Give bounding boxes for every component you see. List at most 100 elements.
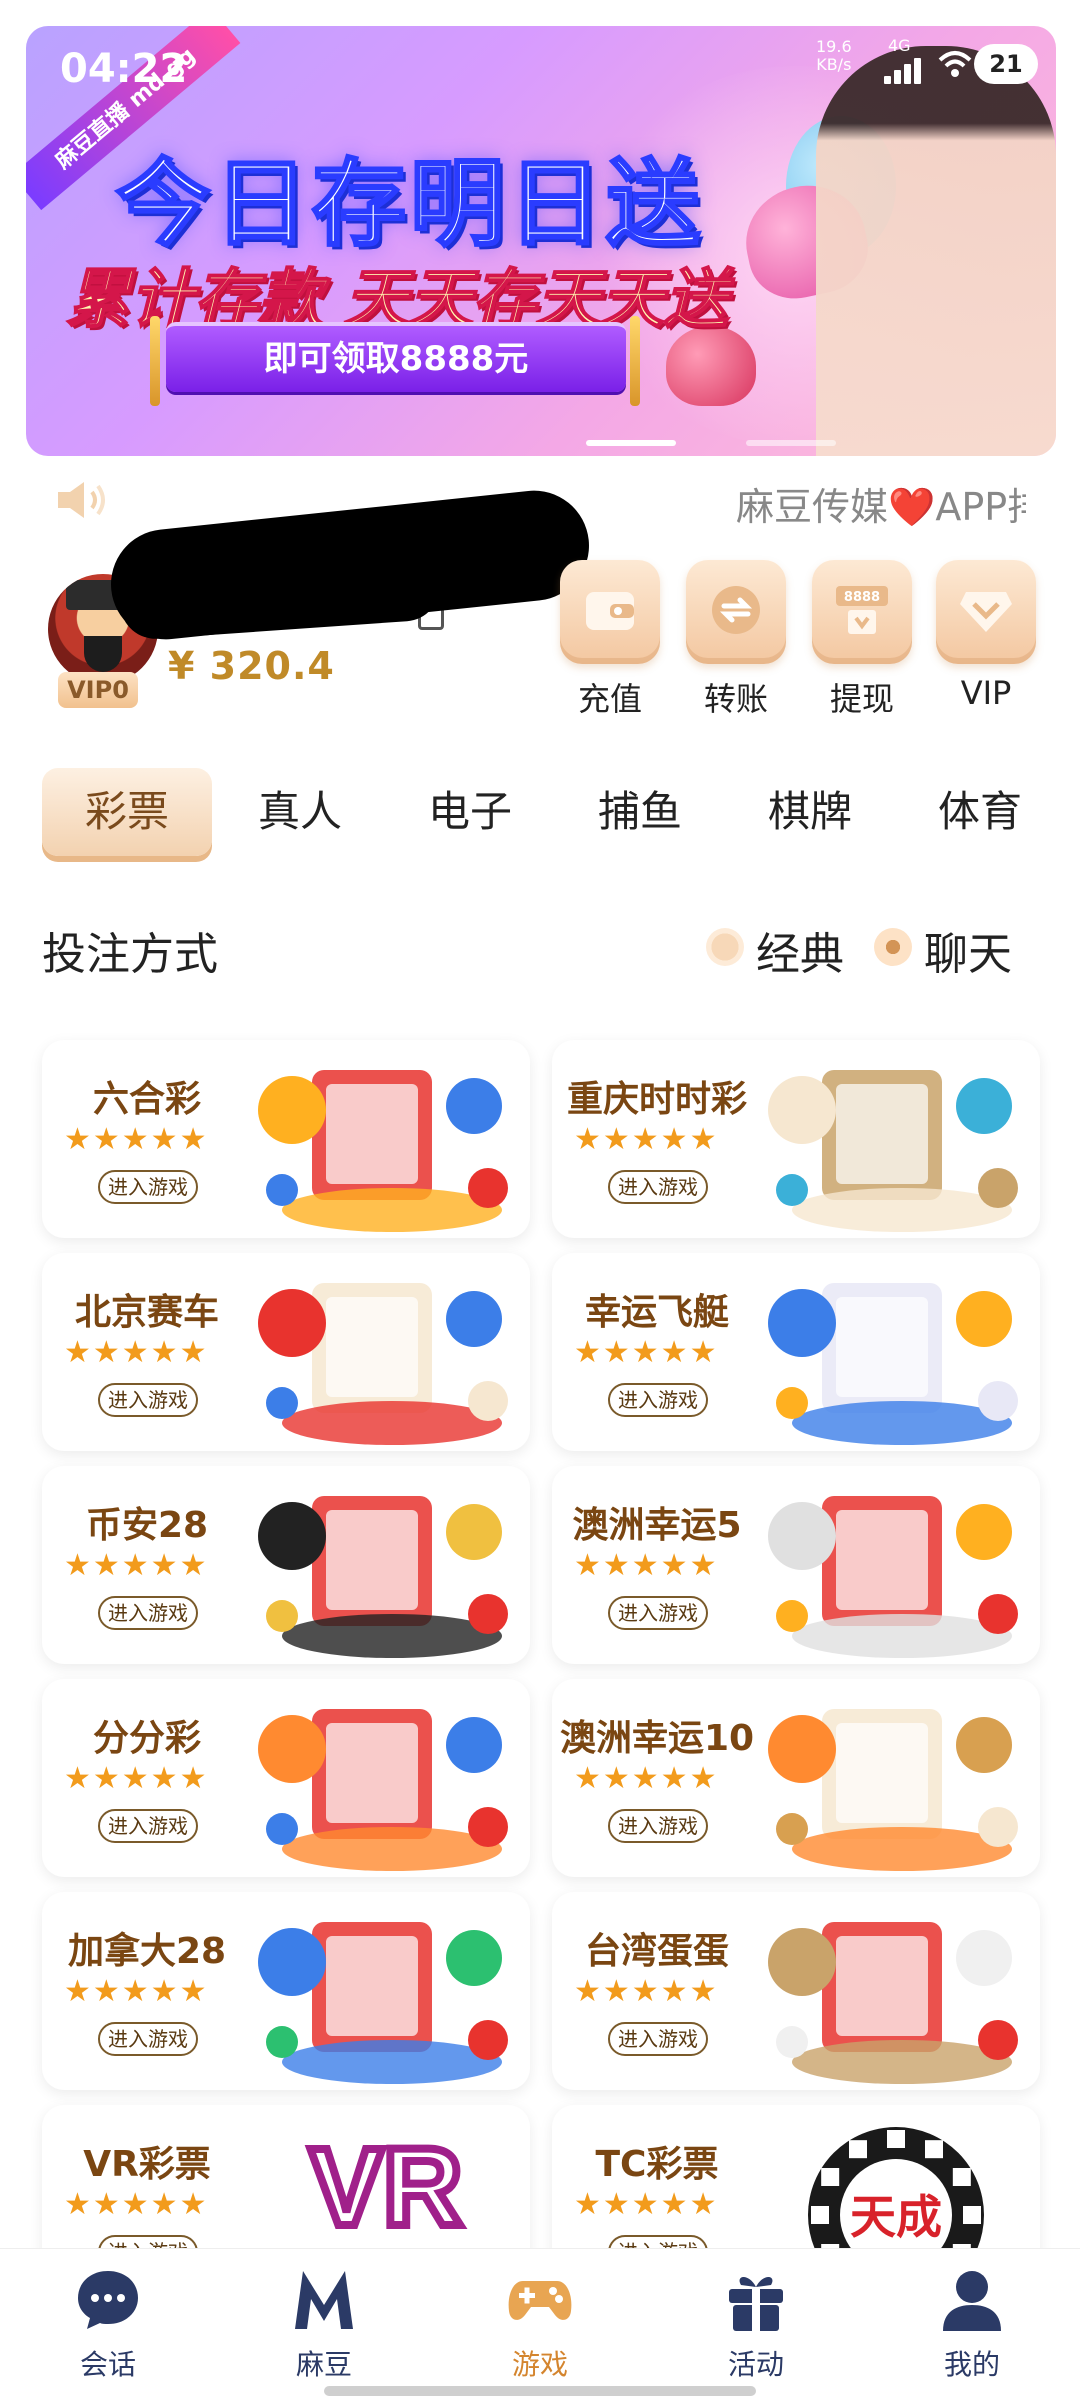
vip-diamond-icon (960, 592, 1012, 632)
speaker-icon (58, 482, 105, 518)
enter-game-button[interactable]: 进入游戏 (608, 1596, 708, 1630)
nav-profile[interactable]: 我的 (902, 2265, 1042, 2383)
game-name: 幸运飞艇 (584, 1292, 729, 1333)
game-name: 重庆时时彩 (566, 1079, 747, 1120)
wallet-balance: ¥ 320.4 (168, 644, 335, 688)
game-card[interactable]: 加拿大28 ★★★★★ 进入游戏 (42, 1892, 530, 2090)
star-rating: ★★★★★ (64, 1335, 209, 1370)
radio-classic-label[interactable]: 经典 (756, 918, 844, 982)
radio-chat[interactable] (874, 928, 912, 966)
tab-live[interactable]: 真人 (230, 768, 370, 856)
star-rating: ★★★★★ (574, 2187, 719, 2222)
game-card[interactable]: 台湾蛋蛋 ★★★★★ 进入游戏 (552, 1892, 1040, 2090)
game-name: 澳洲幸运5 (572, 1505, 742, 1546)
star-rating: ★★★★★ (574, 1335, 719, 1370)
banner-model-image (816, 46, 1056, 456)
home-indicator (324, 2386, 756, 2396)
battery-indicator: 21 (974, 44, 1038, 84)
game-name: 分分彩 (92, 1718, 201, 1759)
game-card[interactable]: 重庆时时彩 ★★★★★ 进入游戏 (552, 1040, 1040, 1238)
enter-game-button[interactable]: 进入游戏 (98, 1383, 198, 1417)
cta-post-left (150, 316, 160, 406)
carousel-indicator (586, 440, 926, 448)
vip-level-badge: VIP0 (58, 672, 138, 708)
nav-games[interactable]: 游戏 (470, 2265, 610, 2383)
game-card[interactable]: 六合彩 ★★★★★ 进入游戏 (42, 1040, 530, 1238)
tab-lottery[interactable]: 彩票 (42, 768, 212, 856)
quick-action-transfer[interactable]: 转账 (686, 560, 786, 720)
bet-method-title: 投注方式 (42, 929, 218, 980)
star-rating: ★★★★★ (574, 1974, 719, 2009)
game-card[interactable]: 幸运飞艇 ★★★★★ 进入游戏 (552, 1253, 1040, 1451)
quick-action-vip[interactable]: VIP (936, 560, 1036, 712)
tab-sports[interactable]: 体育 (910, 768, 1050, 856)
lottery-wheel-art (768, 1070, 1018, 1232)
enter-game-button[interactable]: 进入游戏 (608, 1383, 708, 1417)
wifi-icon (938, 51, 972, 77)
star-rating: ★★★★★ (64, 1761, 209, 1796)
game-name: 北京赛车 (74, 1292, 219, 1333)
svg-text:天成: 天成 (850, 2190, 942, 2244)
game-card[interactable]: 澳洲幸运5 ★★★★★ 进入游戏 (552, 1466, 1040, 1664)
tab-fishing[interactable]: 捕鱼 (570, 768, 710, 856)
star-rating: ★★★★★ (574, 1122, 719, 1157)
game-card[interactable]: 北京赛车 ★★★★★ 进入游戏 (42, 1253, 530, 1451)
category-tabs: 彩票 真人 电子 捕鱼 棋牌 体育 (0, 768, 1080, 856)
cta-post-right (630, 316, 640, 406)
wallet-icon (586, 592, 634, 630)
status-net-speed: 19.6 KB/s (816, 37, 852, 74)
status-network-type: 4G (888, 36, 911, 55)
enter-game-button[interactable]: 进入游戏 (98, 2022, 198, 2056)
game-name: 澳洲幸运10 (559, 1718, 755, 1759)
game-name: 加拿大28 (67, 1931, 227, 1972)
tab-slots[interactable]: 电子 (400, 768, 540, 856)
star-rating: ★★★★★ (574, 1548, 719, 1583)
chat-icon (78, 2271, 138, 2329)
enter-game-button[interactable]: 进入游戏 (98, 1596, 198, 1630)
game-card[interactable]: 分分彩 ★★★★★ 进入游戏 (42, 1679, 530, 1877)
quick-action-withdraw[interactable]: 8888 提现 (812, 560, 912, 720)
status-time: 04:22 (60, 46, 188, 92)
game-card[interactable]: 币安28 ★★★★★ 进入游戏 (42, 1466, 530, 1664)
nav-chat[interactable]: 会话 (38, 2265, 178, 2383)
radio-chat-label[interactable]: 聊天 (924, 918, 1012, 982)
lottery-phone-car-art (258, 1070, 508, 1232)
enter-game-button[interactable]: 进入游戏 (608, 2022, 708, 2056)
banner-headline: 今日存明日送 (114, 149, 705, 261)
tab-cards[interactable]: 棋牌 (740, 768, 880, 856)
signal-icon (884, 56, 924, 84)
enter-game-button[interactable]: 进入游戏 (98, 1170, 198, 1204)
star-rating: ★★★★★ (64, 1122, 209, 1157)
promo-banner[interactable]: 麻豆直播 md.gg 04:22 19.6 KB/s 4G 21 今日存明日送 … (26, 26, 1056, 456)
flags-balls-art (258, 1496, 508, 1658)
game-card[interactable]: 澳洲幸运10 ★★★★★ 进入游戏 (552, 1679, 1040, 1877)
nav-madou[interactable]: 麻豆 (254, 2265, 394, 2383)
banner-cta-button[interactable]: 即可领取8888元 (166, 322, 626, 392)
nav-activities[interactable]: 活动 (686, 2265, 826, 2383)
f1-cage-art (768, 1922, 1018, 2084)
transfer-icon (712, 586, 760, 634)
game-name: VR彩票 (83, 2144, 211, 2185)
f1-balls-art (258, 1922, 508, 2084)
enter-game-button[interactable]: 进入游戏 (98, 1809, 198, 1843)
bingo-racecar-art (258, 1283, 508, 1445)
gamepad-icon (508, 2281, 572, 2320)
gift-icon (729, 2277, 783, 2331)
enter-game-button[interactable]: 进入游戏 (608, 1170, 708, 1204)
airship-art (768, 1283, 1018, 1445)
lottery-machine-art (768, 1496, 1018, 1658)
bingo-wheel-art (768, 1709, 1018, 1871)
marquee-text: 麻豆传媒❤️APP排 (736, 485, 1026, 529)
radio-classic[interactable] (706, 928, 744, 966)
game-name: 台湾蛋蛋 (584, 1931, 729, 1972)
star-rating: ★★★★★ (64, 2187, 209, 2222)
bingo-car-art (258, 1709, 508, 1871)
enter-game-button[interactable]: 进入游戏 (608, 1809, 708, 1843)
profile-icon (943, 2271, 1001, 2331)
star-rating: ★★★★★ (64, 1974, 209, 2009)
svg-text:VR: VR (310, 2126, 463, 2249)
game-name: 六合彩 (92, 1079, 201, 1120)
withdraw-icon: 8888 (836, 586, 888, 634)
madou-m-icon (295, 2271, 353, 2329)
quick-action-recharge[interactable]: 充值 (560, 560, 660, 720)
